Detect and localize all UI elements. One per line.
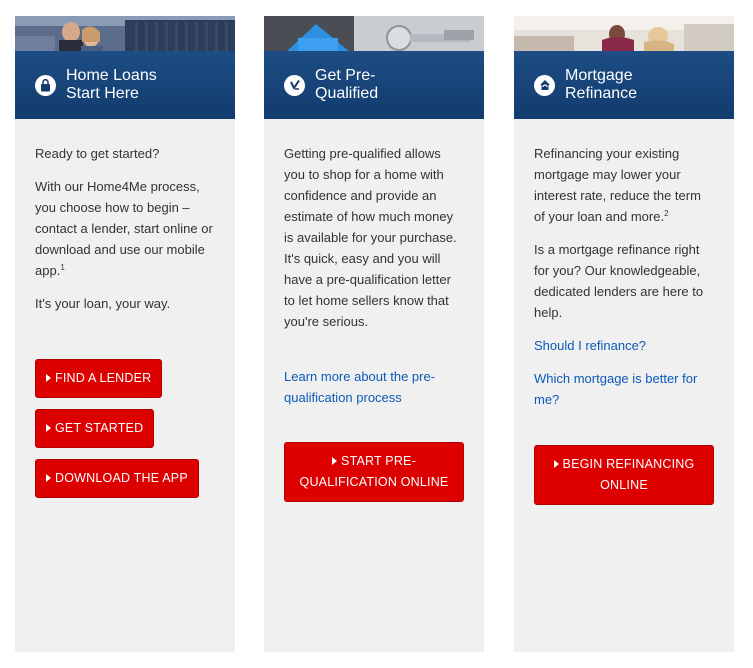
- should-i-refinance-link[interactable]: Should I refinance?: [534, 335, 714, 356]
- lock-icon: [35, 74, 56, 96]
- pre-qualified-card: Get Pre- Qualified Getting pre-qualified …: [264, 16, 484, 652]
- house-refinance-icon: [534, 74, 555, 96]
- home-loans-title: Home Loans Start Here: [66, 67, 157, 102]
- get-started-button[interactable]: GET STARTED: [35, 409, 155, 448]
- couple-house-photo: [15, 16, 235, 52]
- pre-qualified-text: Getting pre-qualified allows you to shop…: [284, 146, 457, 329]
- footnote-1: 1: [60, 263, 65, 272]
- which-mortgage-link[interactable]: Which mortgage is better for me?: [534, 368, 714, 410]
- download-app-button[interactable]: DOWNLOAD THE APP: [35, 459, 199, 498]
- pre-qualification-learn-more-link[interactable]: Learn more about the pre-qualification p…: [284, 366, 464, 408]
- home-loans-banner: Home Loans Start Here: [15, 51, 235, 119]
- pre-qualified-banner: Get Pre- Qualified: [264, 51, 484, 119]
- checklist-icon: [284, 74, 305, 96]
- house-key-photo: [264, 16, 484, 52]
- begin-refinancing-button[interactable]: BEGIN REFINANCING ONLINE: [534, 445, 714, 505]
- refinance-hero: Mortgage Refinance: [514, 16, 734, 119]
- pre-qualified-body: Getting pre-qualified allows you to shop…: [264, 119, 484, 502]
- refinance-banner: Mortgage Refinance: [514, 51, 734, 119]
- refinance-card: Mortgage Refinance Refinancing your exist…: [514, 16, 734, 652]
- refinance-body: Refinancing your existing mortgage may l…: [514, 119, 734, 505]
- arrow-right-icon: [46, 474, 51, 482]
- footnote-2: 2: [664, 209, 669, 218]
- arrow-right-icon: [332, 457, 338, 465]
- refinance-title: Mortgage Refinance: [565, 67, 638, 102]
- pre-qualified-title: Get Pre- Qualified: [315, 67, 379, 102]
- find-a-lender-button[interactable]: FIND A LENDER: [35, 359, 163, 398]
- pre-qualified-hero: Get Pre- Qualified: [264, 16, 484, 119]
- your-way-text: It's your loan, your way.: [35, 296, 171, 311]
- home-loans-body: Ready to get started? With our Home4Me p…: [15, 119, 235, 498]
- intro-text: Ready to get started?: [35, 146, 160, 161]
- arrow-right-icon: [46, 424, 51, 432]
- process-text: With our Home4Me process, you choose how…: [35, 179, 213, 278]
- refinance-benefits-text: Refinancing your existing mortgage may l…: [534, 146, 701, 224]
- woman-dog-photo: [514, 16, 734, 52]
- refinance-help-text: Is a mortgage refinance right for you? O…: [534, 242, 704, 320]
- home-loans-hero: Home Loans Start Here: [15, 16, 235, 119]
- arrow-right-icon: [46, 374, 51, 382]
- start-pre-qualification-button[interactable]: START PRE-QUALIFICATION ONLINE: [284, 442, 464, 502]
- home-loans-card: Home Loans Start Here Ready to get starte…: [15, 16, 235, 652]
- arrow-right-icon: [553, 460, 559, 468]
